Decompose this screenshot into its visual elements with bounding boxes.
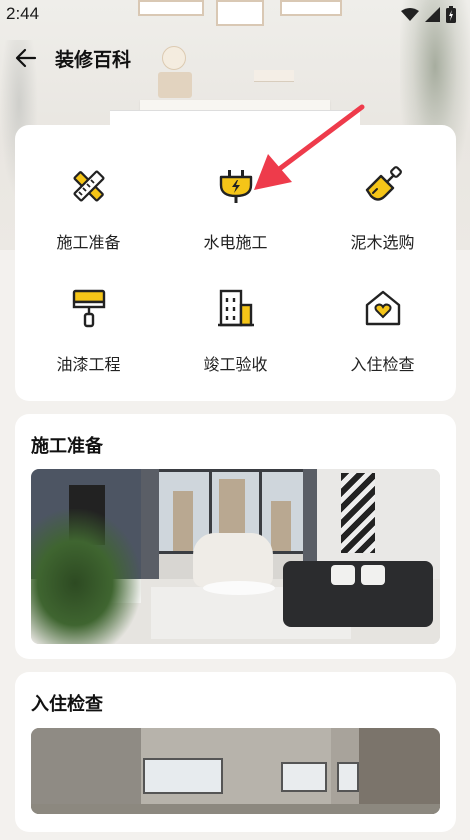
pointer-arrow-annotation — [254, 104, 365, 190]
image-pillow — [331, 565, 355, 585]
arrow-left-icon — [15, 48, 37, 68]
status-icons — [401, 6, 456, 23]
empty-room-image — [31, 728, 440, 814]
page-title: 装修百科 — [55, 49, 132, 71]
category-label: 入住检查 — [350, 355, 415, 374]
image-coffee-table — [203, 581, 275, 595]
image-building — [271, 501, 291, 551]
category-item-construction-prep[interactable]: 施工准备 — [15, 125, 162, 252]
status-time: 2:44 — [6, 4, 40, 23]
image-wall — [31, 728, 141, 814]
category-label: 竣工验收 — [203, 355, 268, 374]
battery-icon — [446, 6, 456, 23]
category-item-completion[interactable]: 竣工验收 — [162, 243, 309, 374]
image-window — [143, 758, 223, 794]
image-pillow — [361, 565, 385, 585]
category-item-painting[interactable]: 油漆工程 — [15, 243, 162, 374]
section-title: 施工准备 — [31, 436, 103, 457]
category-grid: 施工准备 水电施工 泥木选购 油漆工程 竣工验收 入住检查 — [15, 125, 456, 401]
category-item-move-in-check[interactable]: 入住检查 — [309, 243, 456, 374]
home-heart-icon — [361, 287, 405, 329]
image-window — [337, 762, 359, 792]
section-image[interactable] — [31, 728, 440, 814]
image-plant — [31, 509, 141, 644]
category-card: 施工准备 水电施工 泥木选购 油漆工程 竣工验收 入住检查 — [15, 125, 456, 401]
image-building — [173, 491, 193, 551]
living-room-image — [31, 469, 440, 644]
section-card-move-in-check[interactable]: 入住检查 — [15, 672, 456, 832]
building-icon — [214, 287, 258, 329]
image-floor — [31, 804, 440, 814]
category-label: 油漆工程 — [56, 355, 121, 374]
wifi-icon — [401, 7, 419, 21]
status-bar: 2:44 — [0, 0, 470, 28]
image-window — [281, 762, 327, 792]
image-lounge-chair — [193, 533, 273, 587]
paint-roller-icon — [67, 287, 111, 329]
signal-icon — [425, 7, 440, 22]
trowel-icon — [361, 165, 405, 207]
image-sofa — [283, 561, 433, 627]
section-title: 入住检查 — [31, 694, 103, 715]
section-card-construction-prep[interactable]: 施工准备 — [15, 414, 456, 659]
back-button[interactable] — [12, 44, 40, 72]
image-wall — [359, 728, 440, 814]
section-image[interactable] — [31, 469, 440, 644]
top-bar: 装修百科 — [0, 40, 470, 76]
image-wall-art — [341, 473, 375, 553]
pencil-ruler-icon — [67, 165, 111, 207]
